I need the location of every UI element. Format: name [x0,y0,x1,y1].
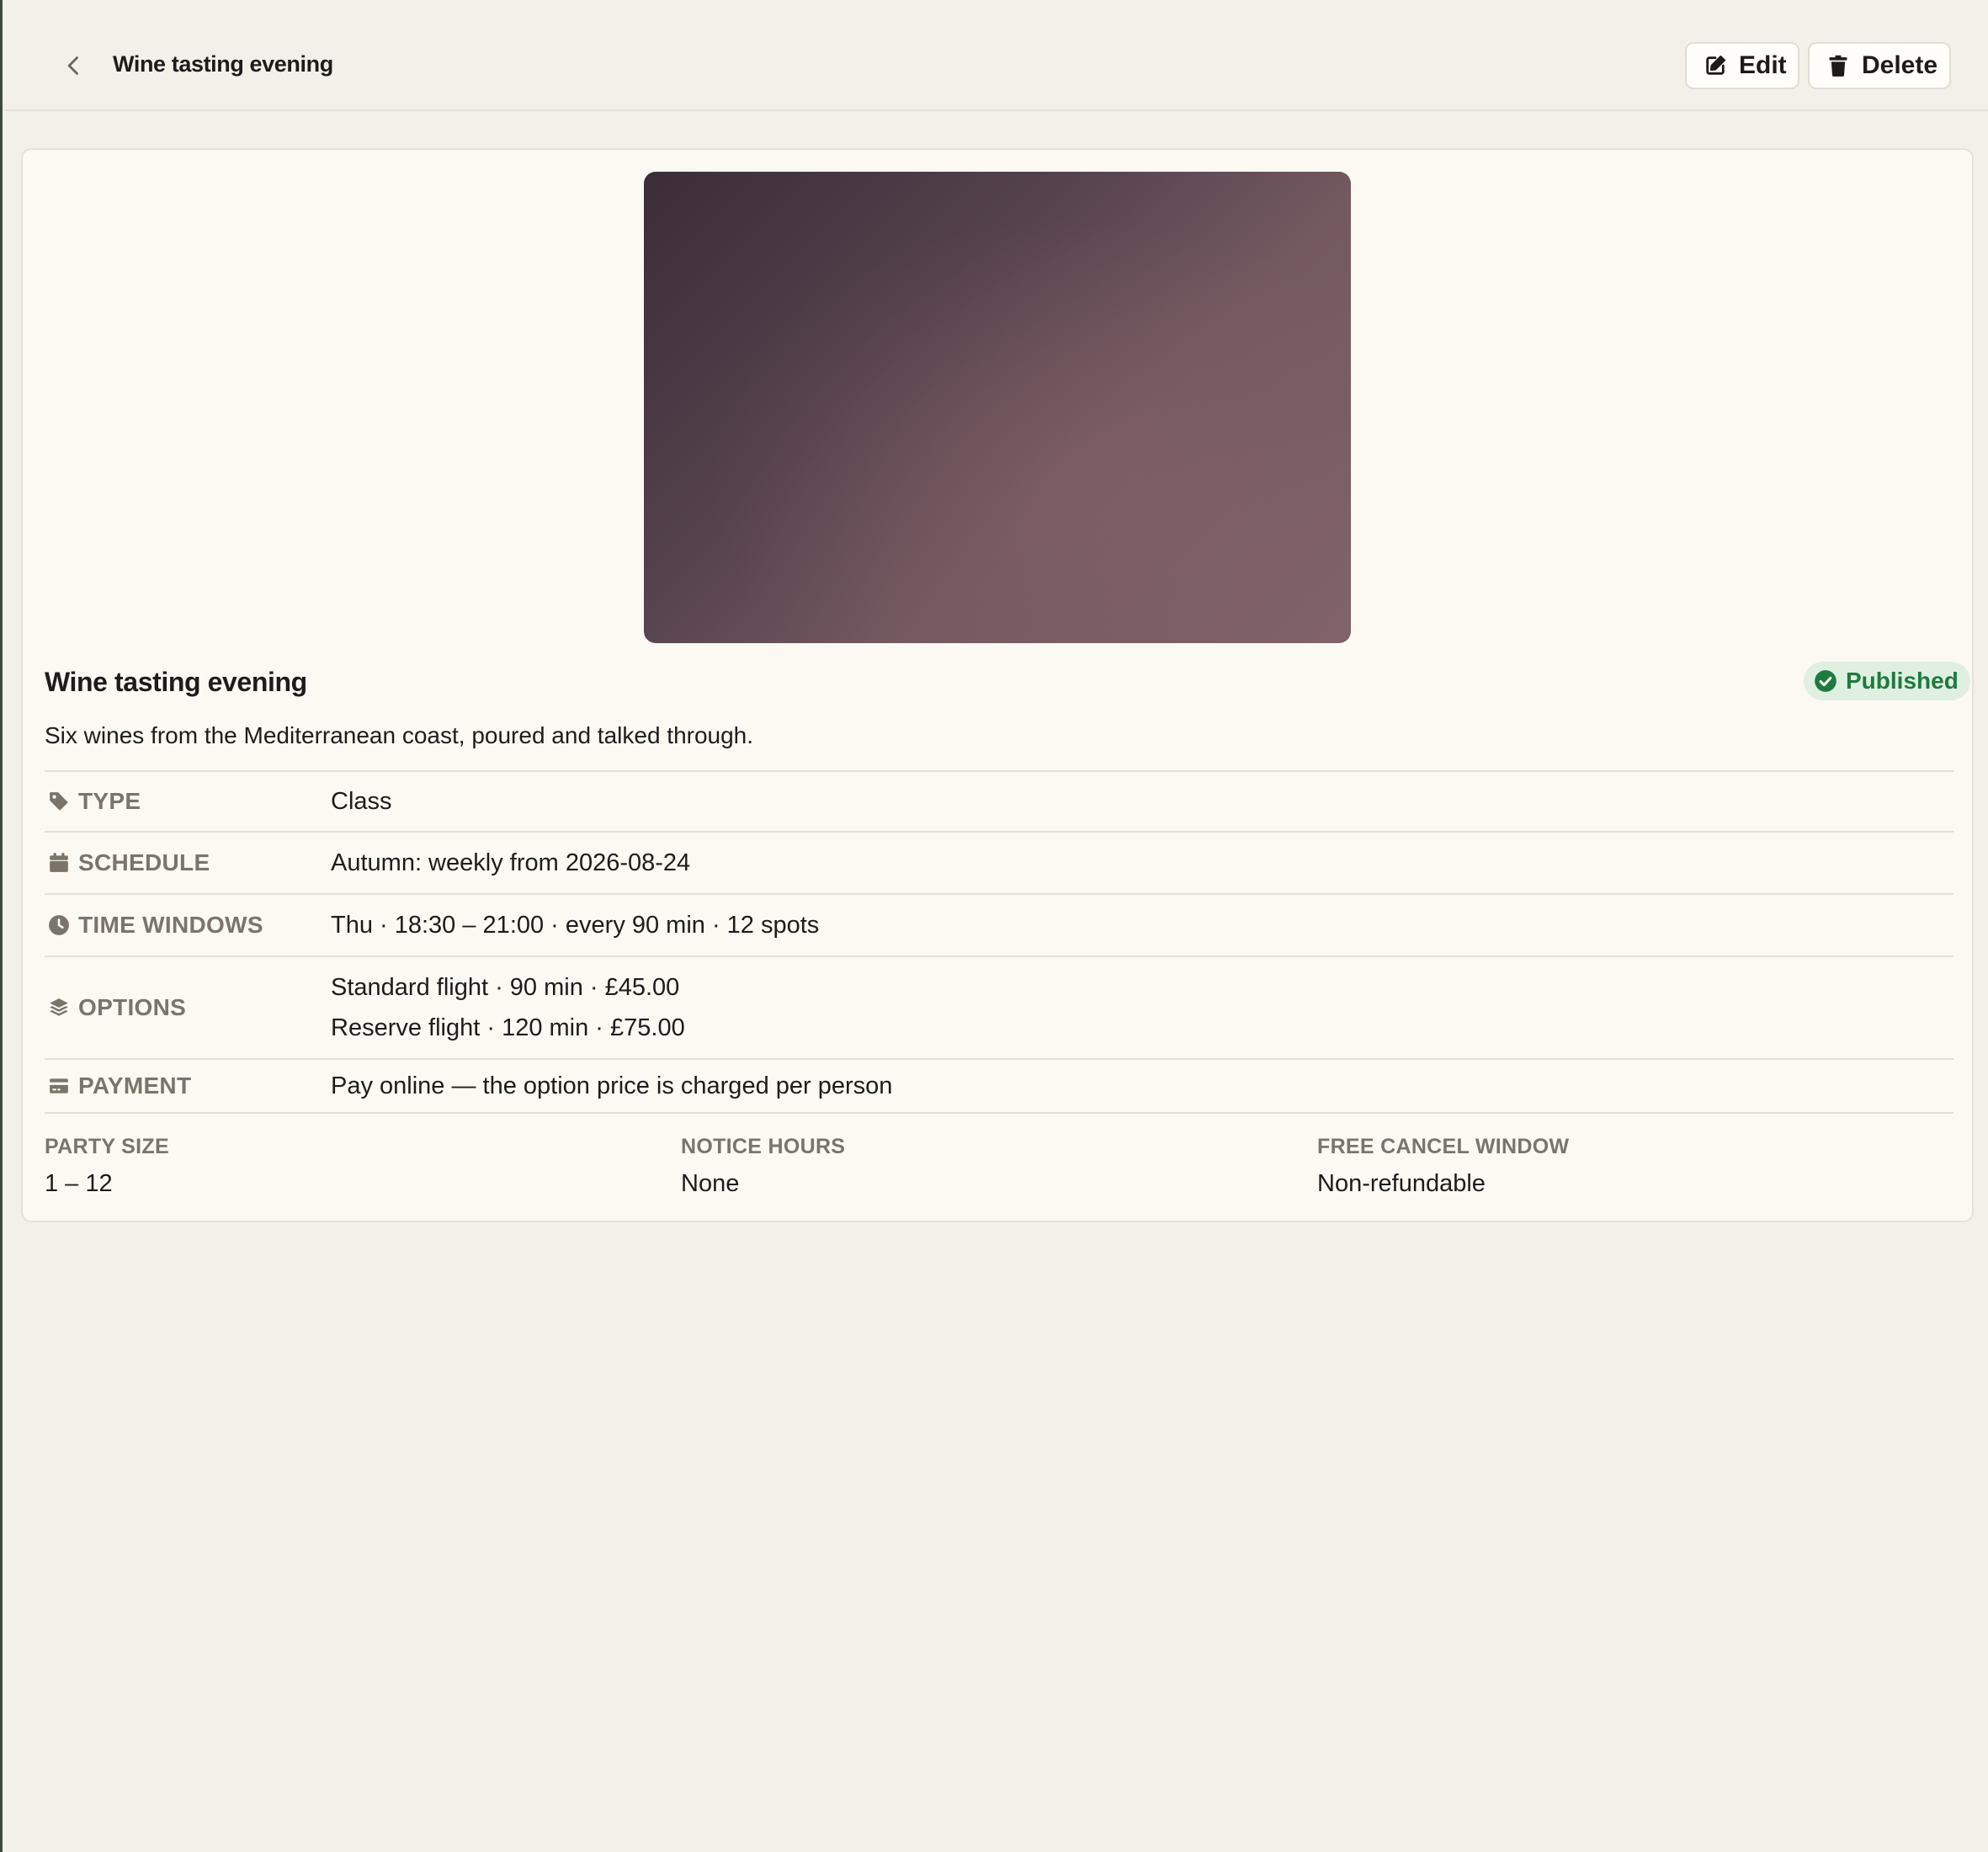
detail-row-payment: PAYMENT Pay online — the option price is… [45,1060,1953,1114]
time-windows-value: Thu · 18:30 – 21:00 · every 90 min · 12 … [331,911,820,939]
delete-button-label: Delete [1862,51,1938,79]
app-frame: Wine tasting evening Edit Delete Wine ta… [0,0,1988,1852]
edit-icon [1706,56,1725,75]
layers-icon [50,998,68,1016]
event-description: Six wines from the Mediterranean coast, … [45,722,754,748]
detail-rows: TYPE Class SCHEDULE Autumn: weekly from … [45,770,1953,1114]
detail-row-options: OPTIONS Standard flight · 90 min · £45.0… [45,957,1953,1060]
detail-row-type: TYPE Class [45,772,1953,833]
check-circle-icon [1815,670,1837,692]
schedule-label: SCHEDULE [78,849,210,875]
payment-value: Pay online — the option price is charged… [331,1072,893,1099]
stat-label: FREE CANCEL WINDOW [1317,1135,1570,1158]
detail-row-schedule: SCHEDULE Autumn: weekly from 2026-08-24 [45,833,1953,895]
clock-icon [49,915,69,935]
status-badge: Published [1804,662,1970,700]
option-item: Reserve flight · 120 min · £75.00 [331,1014,685,1041]
stat-value: 1 – 12 [45,1170,113,1197]
type-label: TYPE [78,788,141,814]
page-title: Wine tasting evening [113,51,333,77]
edit-button[interactable]: Edit [1685,42,1799,89]
stat-free-cancel-window: FREE CANCEL WINDOW Non-refundable [1317,1131,1953,1207]
stats-row: PARTY SIZE 1 – 12 NOTICE HOURS None FREE… [45,1131,1953,1207]
stat-label: PARTY SIZE [45,1135,169,1158]
time-windows-label: TIME WINDOWS [78,912,263,938]
top-bar: Wine tasting evening Edit Delete [5,0,1988,111]
type-value: Class [331,787,392,815]
event-detail-card: Wine tasting evening Published Six wines… [21,148,1974,1222]
stat-notice-hours: NOTICE HOURS None [681,1131,1317,1207]
stat-value: None [681,1170,740,1197]
stat-value: Non-refundable [1317,1170,1486,1197]
credit-card-icon [50,1078,68,1094]
event-title: Wine tasting evening [45,667,307,697]
trash-icon [1829,55,1847,77]
schedule-value: Autumn: weekly from 2026-08-24 [331,849,691,876]
chevron-left-icon [67,56,78,75]
options-label: OPTIONS [78,994,187,1020]
option-item: Standard flight · 90 min · £45.00 [331,974,680,1001]
delete-button[interactable]: Delete [1808,42,1951,89]
detail-row-time-windows: TIME WINDOWS Thu · 18:30 – 21:00 · every… [45,895,1953,957]
back-button[interactable] [56,47,93,84]
status-label: Published [1846,668,1959,694]
edit-button-label: Edit [1739,51,1787,79]
stat-label: NOTICE HOURS [681,1135,846,1158]
event-cover-image [644,172,1351,643]
tag-icon [50,792,68,811]
stat-party-size: PARTY SIZE 1 – 12 [45,1131,681,1207]
options-list: Standard flight · 90 min · £45.00 Reserv… [331,967,685,1048]
payment-label: PAYMENT [78,1072,192,1099]
calendar-icon [50,853,68,872]
